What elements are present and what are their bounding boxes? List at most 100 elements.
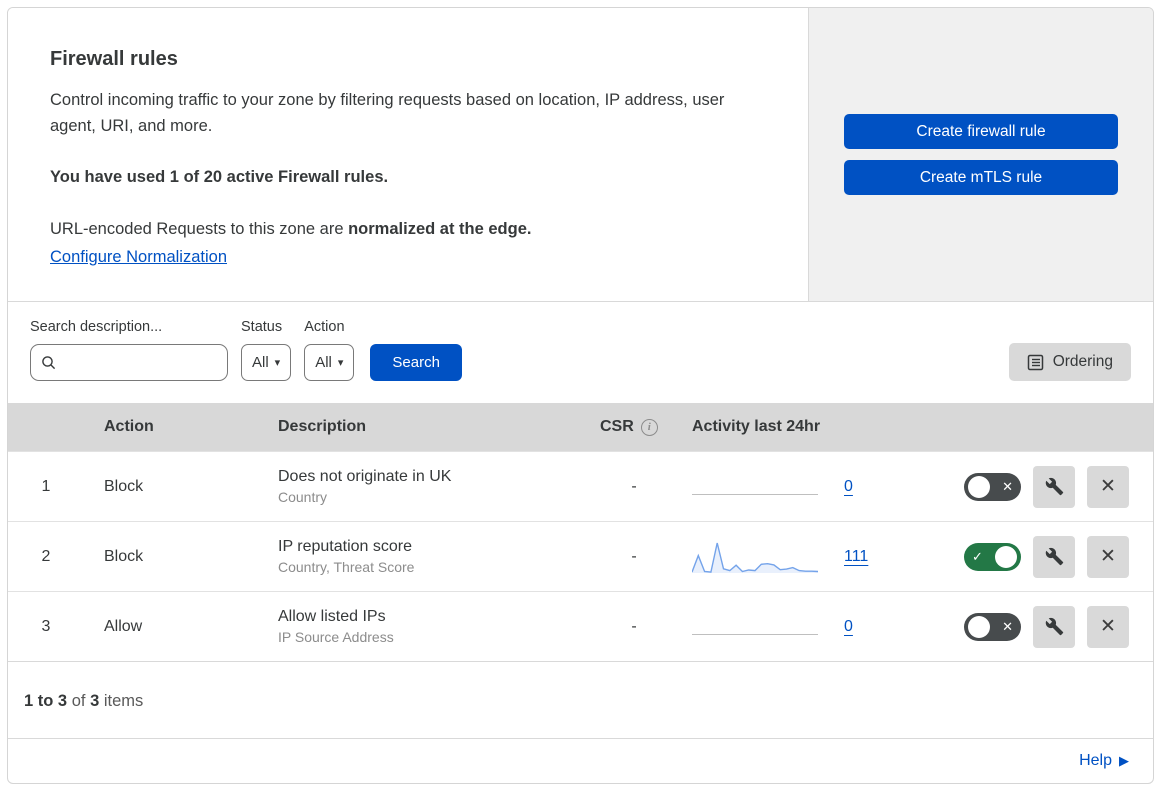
page-description: Control incoming traffic to your zone by… — [50, 91, 725, 135]
header-section: Firewall rules Control incoming traffic … — [8, 8, 809, 302]
activity-count-link[interactable]: 0 — [844, 478, 870, 496]
search-group: Search description... — [30, 319, 228, 382]
edit-rule-button[interactable] — [1033, 605, 1075, 648]
close-icon: ✕ — [1100, 476, 1116, 498]
close-icon: ✕ — [1100, 616, 1116, 638]
activity-sparkline-empty — [692, 608, 818, 646]
search-button[interactable]: Search — [370, 344, 462, 382]
rule-enabled-toggle[interactable]: ✕ — [964, 472, 1021, 501]
delete-rule-button[interactable]: ✕ — [1087, 465, 1129, 508]
search-description-label: Search description... — [30, 319, 163, 336]
rule-activity-cell: 0 — [692, 468, 954, 506]
help-link[interactable]: Help ▶ — [1079, 752, 1129, 770]
caret-right-icon: ▶ — [1119, 753, 1129, 768]
rule-csr-value: - — [631, 547, 637, 565]
rule-description-cell: Does not originate in UK Country — [278, 468, 600, 505]
header-cell-description: Description — [278, 418, 367, 436]
action-label: Action — [304, 319, 345, 336]
header-cell-csr: CSR i — [600, 418, 692, 436]
status-select-value: All — [252, 354, 269, 372]
create-firewall-rule-button[interactable]: Create firewall rule — [844, 114, 1118, 150]
close-icon: ✕ — [1100, 546, 1116, 568]
search-icon — [41, 355, 57, 371]
action-filter-group: Action All ▾ — [304, 319, 355, 382]
page-title: Firewall rules — [50, 48, 178, 70]
edit-rule-button[interactable] — [1033, 465, 1075, 508]
search-input-box[interactable] — [30, 344, 228, 382]
top-section: Firewall rules Control incoming traffic … — [8, 8, 1153, 302]
ordering-list-icon — [1027, 354, 1044, 371]
rule-controls: ✓ ✕ — [954, 535, 1153, 578]
usage-text: You have used 1 of 20 active Firewall ru… — [50, 168, 389, 187]
normalization-text: URL-encoded Requests to this zone are no… — [50, 217, 766, 243]
summary-items: items — [103, 692, 144, 711]
normalization-link-row: Configure Normalization — [50, 248, 766, 267]
wrench-icon — [1045, 617, 1064, 636]
header-cell-action: Action — [104, 418, 154, 436]
help-bar: Help ▶ — [8, 738, 1153, 783]
help-link-label: Help — [1079, 752, 1112, 769]
rule-criteria: Country — [278, 489, 328, 506]
wrench-icon — [1045, 547, 1064, 566]
rule-action: Allow — [104, 617, 143, 635]
header-cell-activity: Activity last 24hr — [692, 418, 821, 436]
toggle-knob — [968, 615, 990, 638]
rule-activity-cell: 111 — [692, 538, 954, 576]
chevron-down-icon: ▾ — [337, 357, 344, 370]
rule-controls: ✕ ✕ — [954, 465, 1153, 508]
rule-action: Block — [104, 477, 144, 495]
configure-normalization-link[interactable]: Configure Normalization — [50, 248, 227, 266]
create-mtls-rule-button[interactable]: Create mTLS rule — [844, 160, 1118, 196]
activity-sparkline — [692, 538, 818, 576]
chevron-down-icon: ▾ — [274, 357, 281, 370]
activity-sparkline-empty — [692, 468, 818, 506]
rule-criteria: IP Source Address — [278, 629, 394, 646]
edit-rule-button[interactable] — [1033, 535, 1075, 578]
delete-rule-button[interactable]: ✕ — [1087, 605, 1129, 648]
rule-priority: 3 — [41, 617, 51, 635]
info-icon[interactable]: i — [640, 418, 658, 436]
normalization-bold: normalized at the edge. — [348, 219, 532, 238]
summary-total: 3 — [90, 692, 100, 711]
toggle-off-x-icon: ✕ — [1002, 619, 1013, 635]
ordering-button-label: Ordering — [1052, 353, 1113, 371]
pagination-summary: 1 to 3 of 3 items — [8, 661, 1153, 728]
activity-count-link[interactable]: 111 — [844, 548, 870, 566]
normalization-prefix: URL-encoded Requests to this zone are — [50, 219, 349, 238]
activity-count-link[interactable]: 0 — [844, 618, 870, 636]
rule-description: Allow listed IPs — [278, 608, 386, 626]
rule-enabled-toggle[interactable]: ✓ — [964, 542, 1021, 571]
status-label: Status — [241, 319, 283, 336]
wrench-icon — [1045, 477, 1064, 496]
delete-rule-button[interactable]: ✕ — [1087, 535, 1129, 578]
rule-priority: 2 — [41, 547, 51, 565]
toggle-knob — [995, 545, 1017, 568]
rule-description: IP reputation score — [278, 538, 413, 556]
rule-csr-value: - — [631, 617, 637, 635]
rule-enabled-toggle[interactable]: ✕ — [964, 612, 1021, 641]
table-row: 2 Block IP reputation score Country, Thr… — [8, 521, 1153, 592]
rule-criteria: Country, Threat Score — [278, 559, 415, 576]
firewall-rules-card: Firewall rules Control incoming traffic … — [7, 7, 1154, 784]
table-header-row: Action Description CSR i Activity last 2… — [8, 403, 1153, 452]
toggle-on-check-icon: ✓ — [972, 549, 983, 565]
toggle-knob — [968, 475, 990, 498]
summary-of: of — [71, 692, 86, 711]
table-row: 1 Block Does not originate in UK Country… — [8, 451, 1153, 522]
rule-description: Does not originate in UK — [278, 468, 452, 486]
rule-description-cell: IP reputation score Country, Threat Scor… — [278, 538, 600, 575]
search-input[interactable] — [57, 354, 217, 372]
csr-header-label: CSR — [600, 418, 634, 436]
filter-bar: Search description... Status All ▾ Actio… — [8, 301, 1153, 403]
activity-flat-line — [692, 493, 818, 495]
table-row: 3 Allow Allow listed IPs IP Source Addre… — [8, 591, 1153, 662]
action-select-value: All — [315, 354, 332, 372]
ordering-button[interactable]: Ordering — [1008, 343, 1131, 382]
status-select[interactable]: All ▾ — [241, 344, 292, 382]
status-filter-group: Status All ▾ — [241, 319, 292, 382]
rule-priority: 1 — [41, 477, 51, 495]
action-select[interactable]: All ▾ — [304, 344, 355, 382]
summary-range: 1 to 3 — [24, 692, 68, 711]
rule-activity-cell: 0 — [692, 608, 954, 646]
toggle-off-x-icon: ✕ — [1002, 479, 1013, 495]
